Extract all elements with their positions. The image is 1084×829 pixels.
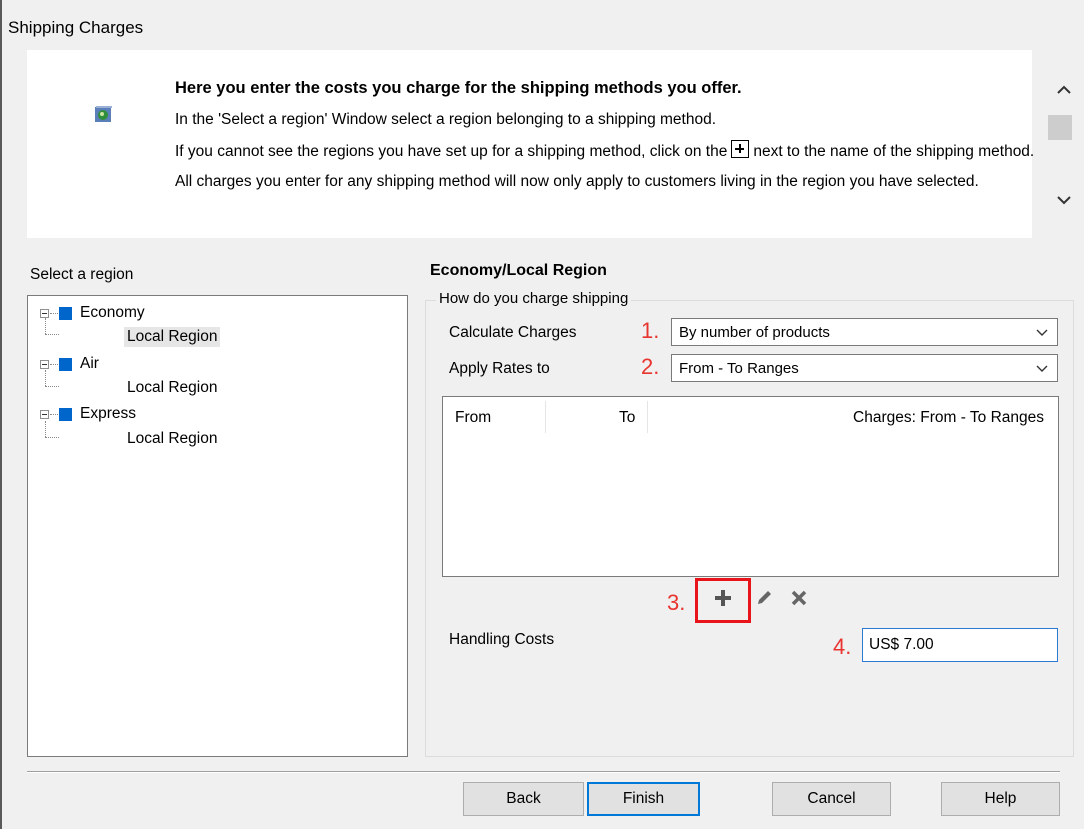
handling-costs-label: Handling Costs [449,631,555,648]
tree-node-label: Economy [80,304,145,321]
shipping-method-icon [59,357,72,371]
charges-list[interactable]: From To Charges: From - To Ranges [442,396,1059,577]
collapse-minus-icon[interactable] [40,359,49,369]
footer-separator-highlight [27,772,1060,773]
edit-pencil-icon[interactable] [754,588,774,608]
shipping-method-icon [59,306,72,320]
handling-costs-input[interactable]: US$ 7.00 [862,628,1058,662]
info-line-1: In the 'Select a region' Window select a… [175,111,717,128]
scroll-down-icon[interactable] [1054,190,1074,210]
column-separator[interactable] [545,401,546,433]
tree-connector [50,363,58,365]
calculate-charges-label: Calculate Charges [449,324,577,341]
calculate-charges-select[interactable]: By number of products [671,318,1058,346]
back-button[interactable]: Back [463,782,584,816]
tree-connector [50,312,58,314]
column-header-to[interactable]: To [619,409,635,427]
info-scrollbar-thumb[interactable] [1048,115,1072,140]
tree-node-air[interactable]: Air [40,355,99,373]
tree-connector [45,386,59,387]
tree-item-air-local-region[interactable]: Local Region [124,378,220,398]
cancel-button[interactable]: Cancel [772,782,891,816]
tree-node-label: Air [80,355,99,372]
apply-rates-value: From - To Ranges [679,359,799,377]
info-line-2: If you cannot see the regions you have s… [175,140,1035,162]
step-1-annotation: 1. [641,318,660,343]
apply-rates-select[interactable]: From - To Ranges [671,354,1058,382]
section-title: Economy/Local Region [430,262,607,279]
shipping-method-icon [59,407,72,421]
help-button[interactable]: Help [941,782,1060,816]
info-text: Here you enter the costs you charge for … [175,78,1035,202]
step-3-annotation: 3. [667,590,686,615]
info-line-3: All charges you enter for any shipping m… [175,173,979,190]
window-left-border [0,0,2,829]
tree-item-economy-local-region[interactable]: Local Region [124,327,221,347]
tree-node-economy[interactable]: Economy [40,304,145,322]
window-title: Shipping Charges [8,18,144,37]
group-label: How do you charge shipping [436,290,632,307]
tree-connector [45,334,59,335]
column-header-charges[interactable]: Charges: From - To Ranges [853,409,1044,427]
chevron-down-icon [1036,329,1048,336]
region-tree[interactable]: Economy Local Region Air Local Region Ex… [27,295,408,757]
apply-rates-label: Apply Rates to [449,360,550,377]
chevron-down-icon [1036,365,1048,372]
expand-plus-icon [731,140,750,158]
region-panel-label: Select a region [30,266,134,283]
tree-connector [45,437,59,438]
tree-item-express-local-region[interactable]: Local Region [124,429,220,449]
column-header-from[interactable]: From [455,409,491,427]
step-2-annotation: 2. [641,354,660,379]
globe-icon [95,106,112,122]
collapse-minus-icon[interactable] [40,409,49,419]
scroll-up-icon[interactable] [1054,80,1074,100]
column-separator[interactable] [647,401,648,433]
info-line-2-before: If you cannot see the regions you have s… [175,143,728,160]
info-line-2-after: next to the name of the shipping method. [753,143,1035,160]
step-4-annotation: 4. [833,634,852,659]
tree-node-label: Express [80,405,136,422]
tree-connector [45,421,46,437]
tree-node-express[interactable]: Express [40,405,136,423]
calculate-charges-value: By number of products [679,323,830,341]
collapse-minus-icon[interactable] [40,308,49,318]
finish-button[interactable]: Finish [587,782,700,816]
tree-connector [50,413,58,415]
info-headline: Here you enter the costs you charge for … [175,79,742,97]
add-icon[interactable] [713,588,733,608]
delete-icon[interactable] [789,588,809,608]
